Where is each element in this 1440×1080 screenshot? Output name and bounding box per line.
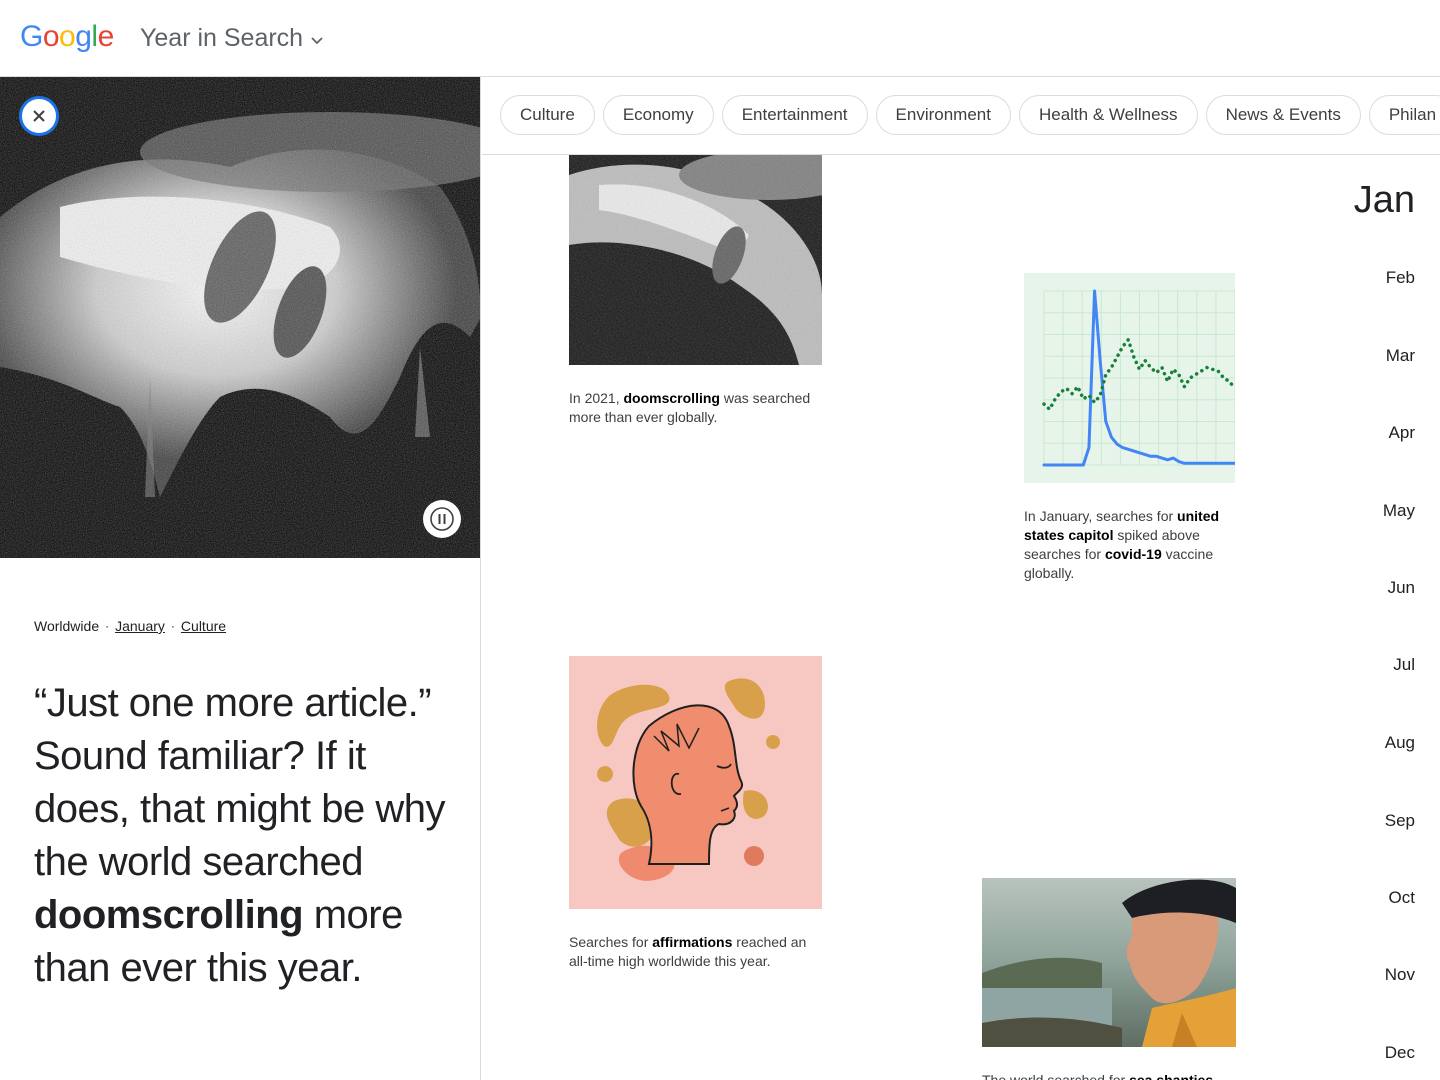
story-card-sea-shanties[interactable]: The world searched for sea shanties	[982, 878, 1236, 1080]
story-detail-panel: Worldwide · January · Culture “Just one …	[0, 77, 481, 1080]
category-chip-entertainment[interactable]: Entertainment	[721, 95, 868, 135]
affirmations-illustration[interactable]	[569, 656, 822, 909]
story-headline: “Just one more article.” Sound familiar?…	[34, 677, 454, 995]
month-jun[interactable]: Jun	[1388, 578, 1415, 598]
trend-line-chart	[1024, 273, 1235, 483]
affirmations-caption: Searches for affirmations reached an all…	[569, 934, 807, 969]
category-chip-environment[interactable]: Environment	[875, 95, 1011, 135]
headline-text: “Just one more article.” Sound familiar?…	[34, 681, 445, 884]
category-chip-culture[interactable]: Culture	[500, 95, 595, 135]
close-button[interactable]	[19, 96, 59, 136]
logo-letter: o	[59, 20, 76, 53]
google-logo[interactable]: Google	[20, 20, 114, 54]
month-dec[interactable]: Dec	[1385, 1043, 1415, 1063]
logo-letter: o	[42, 20, 60, 53]
month-jul[interactable]: Jul	[1393, 655, 1415, 675]
story-grid: In 2021, doomscrolling was searched more…	[482, 155, 1440, 1080]
month-navigation: Jan Feb Mar Apr May Jun Jul Aug Sep Oct Nov Dec	[1295, 155, 1415, 1080]
month-aug[interactable]: Aug	[1385, 733, 1415, 753]
month-apr[interactable]: Apr	[1389, 423, 1415, 443]
sea-shanties-photo[interactable]	[982, 878, 1236, 1047]
meditating-head-illustration	[569, 656, 822, 909]
month-mar[interactable]: Mar	[1386, 346, 1415, 366]
breadcrumb-category-link[interactable]: Culture	[181, 618, 226, 634]
month-feb[interactable]: Feb	[1386, 268, 1415, 288]
breadcrumb-separator: ·	[170, 619, 175, 633]
capitol-caption: In January, searches for united states c…	[1024, 508, 1220, 581]
headline-keyword: doomscrolling	[34, 893, 304, 937]
sea-shanties-caption: The world searched for sea shanties	[982, 1072, 1214, 1080]
story-card-affirmations[interactable]: Searches for affirmations reached an all…	[569, 656, 822, 971]
month-sep[interactable]: Sep	[1385, 811, 1415, 831]
hand-phone-thumbnail-illustration	[569, 155, 822, 365]
story-card-capitol-chart[interactable]: In January, searches for united states c…	[1024, 273, 1235, 583]
pause-button[interactable]	[423, 500, 461, 538]
category-chip-health-wellness[interactable]: Health & Wellness	[1018, 95, 1198, 135]
logo-letter: G	[20, 20, 43, 53]
category-filter-bar: Culture Economy Entertainment Environment He…	[482, 77, 1440, 155]
hand-phone-illustration	[0, 77, 480, 558]
hero-image-hand-holding-phone	[0, 77, 480, 558]
category-chip-list: Culture Economy Entertainment Environment He…	[500, 95, 1440, 135]
year-in-search-dropdown[interactable]: Year in Search	[140, 24, 325, 53]
doomscrolling-caption: In 2021, doomscrolling was searched more…	[569, 390, 811, 425]
chevron-down-icon	[311, 37, 323, 45]
close-icon	[33, 110, 45, 122]
doomscrolling-thumbnail[interactable]	[569, 155, 822, 365]
breadcrumb-month-link[interactable]: January	[115, 618, 165, 634]
breadcrumb: Worldwide · January · Culture	[34, 618, 226, 634]
pause-icon	[430, 507, 454, 531]
top-bar: Google Year in Search	[0, 0, 1440, 77]
month-may[interactable]: May	[1383, 501, 1415, 521]
man-by-the-sea-photo	[982, 878, 1236, 1047]
category-chip-philan[interactable]: Philan	[1368, 95, 1440, 135]
month-jan[interactable]: Jan	[1354, 179, 1415, 222]
breadcrumb-separator: ·	[105, 619, 110, 633]
month-oct[interactable]: Oct	[1389, 888, 1415, 908]
product-title: Year in Search	[140, 24, 304, 52]
breadcrumb-region: Worldwide	[34, 618, 100, 634]
month-nov[interactable]: Nov	[1385, 965, 1415, 985]
category-chip-economy[interactable]: Economy	[602, 95, 714, 135]
logo-letter: e	[97, 20, 115, 53]
search-trend-chart[interactable]	[1024, 273, 1235, 483]
logo-letter: g	[75, 20, 92, 53]
story-card-doomscrolling[interactable]: In 2021, doomscrolling was searched more…	[569, 155, 822, 427]
category-chip-news-events[interactable]: News & Events	[1205, 95, 1361, 135]
